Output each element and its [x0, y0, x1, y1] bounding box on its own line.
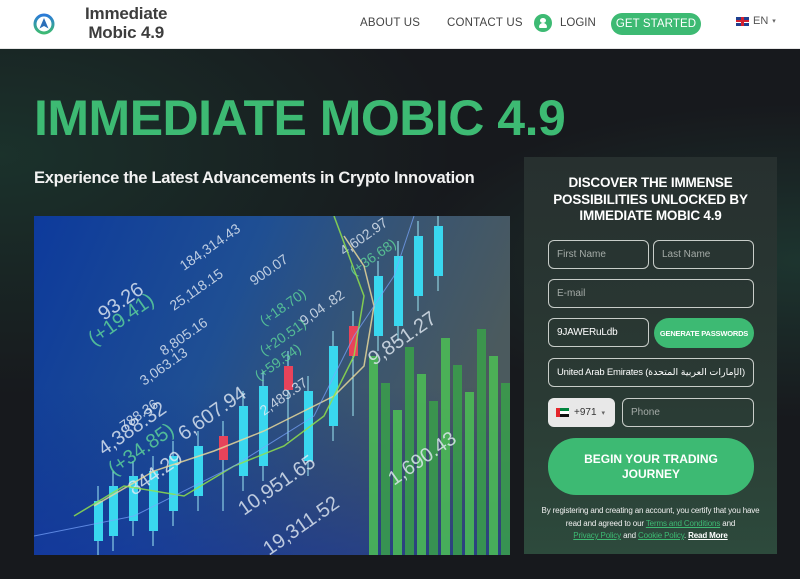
disclaimer-and: and [720, 518, 736, 528]
brand-line-1: Immediate [85, 4, 168, 23]
brand-name[interactable]: Immediate Mobic 4.9 [85, 4, 167, 42]
login-label: LOGIN [560, 17, 596, 29]
volume-bar [465, 392, 474, 555]
phone-code-value: +971 [574, 407, 597, 418]
read-more-link[interactable]: Read More [688, 531, 728, 540]
registration-form: DISCOVER THE IMMENSE POSSIBILITIES UNLOC… [524, 157, 777, 554]
volume-bar [477, 329, 486, 555]
volume-bar [489, 356, 498, 555]
terms-link[interactable]: Terms and Conditions [646, 519, 721, 528]
password-input[interactable]: 9JAWERuLdb [548, 318, 649, 347]
volume-bar [429, 401, 438, 555]
privacy-policy-link[interactable]: Privacy Policy [573, 531, 621, 540]
candle-body [374, 276, 383, 336]
language-code: EN [753, 15, 769, 27]
uae-flag-icon [556, 408, 569, 417]
generate-password-button[interactable]: GENERATE PASSWORDS [654, 318, 754, 348]
language-selector[interactable]: EN ▾ [736, 15, 776, 27]
chevron-down-icon: ▾ [601, 409, 606, 417]
hero-subtitle: Experience the Latest Advancements in Cr… [34, 169, 475, 187]
last-name-input[interactable] [653, 240, 754, 269]
form-title: DISCOVER THE IMMENSE POSSIBILITIES UNLOC… [553, 175, 748, 223]
hero-trading-image: 184,314.43 900.07 25,118.15 (+18.70) 8,805.1… [34, 216, 510, 555]
brand-line-2: Mobic 4.9 [88, 23, 164, 42]
candle-body [94, 501, 103, 541]
candle-body [394, 256, 403, 326]
nav-contact-us[interactable]: CONTACT US [447, 17, 523, 29]
hero-title: IMMEDIATE MOBIC 4.9 [34, 90, 566, 146]
first-name-input[interactable] [548, 240, 649, 269]
site-header: Immediate Mobic 4.9 ABOUT US CONTACT US … [0, 0, 800, 49]
phone-country-code-select[interactable]: +971 ▾ [548, 398, 615, 427]
volume-bar [453, 365, 462, 555]
compass-logo-icon[interactable] [33, 13, 55, 35]
country-select[interactable]: United Arab Emirates (الإمارات العربية ا… [548, 358, 754, 387]
volume-bar [369, 356, 378, 555]
trading-chart-illustration: 184,314.43 900.0725,118.15 (+18.70)8,805.1… [34, 216, 510, 555]
cookie-policy-link[interactable]: Cookie Policy [638, 531, 684, 540]
disclaimer-and: and [621, 531, 639, 540]
phone-input[interactable] [622, 398, 754, 427]
user-icon [534, 14, 552, 32]
nav-about-us[interactable]: ABOUT US [360, 17, 420, 29]
chevron-down-icon: ▾ [772, 18, 776, 25]
get-started-button[interactable]: GET STARTED [611, 13, 701, 35]
candle-body [414, 236, 423, 296]
uk-flag-icon [736, 16, 749, 26]
login-link[interactable]: LOGIN [534, 14, 596, 32]
candle-body [434, 226, 443, 276]
volume-bar [501, 383, 510, 555]
begin-trading-button[interactable]: BEGIN YOUR TRADING JOURNEY [548, 438, 754, 495]
candle-body [329, 346, 338, 426]
email-input[interactable] [548, 279, 754, 308]
terms-disclaimer: By registering and creating an account, … [534, 505, 767, 543]
